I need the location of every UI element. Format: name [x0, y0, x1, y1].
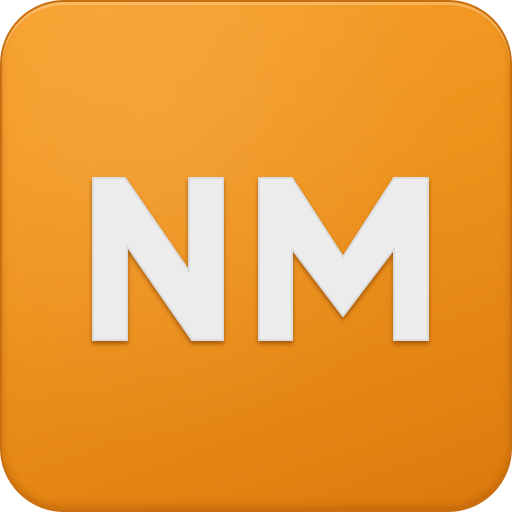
app-icon[interactable]: NM	[0, 0, 512, 512]
nm-monogram-logo	[92, 177, 429, 341]
letter-n	[92, 177, 224, 341]
letter-m	[258, 177, 429, 341]
